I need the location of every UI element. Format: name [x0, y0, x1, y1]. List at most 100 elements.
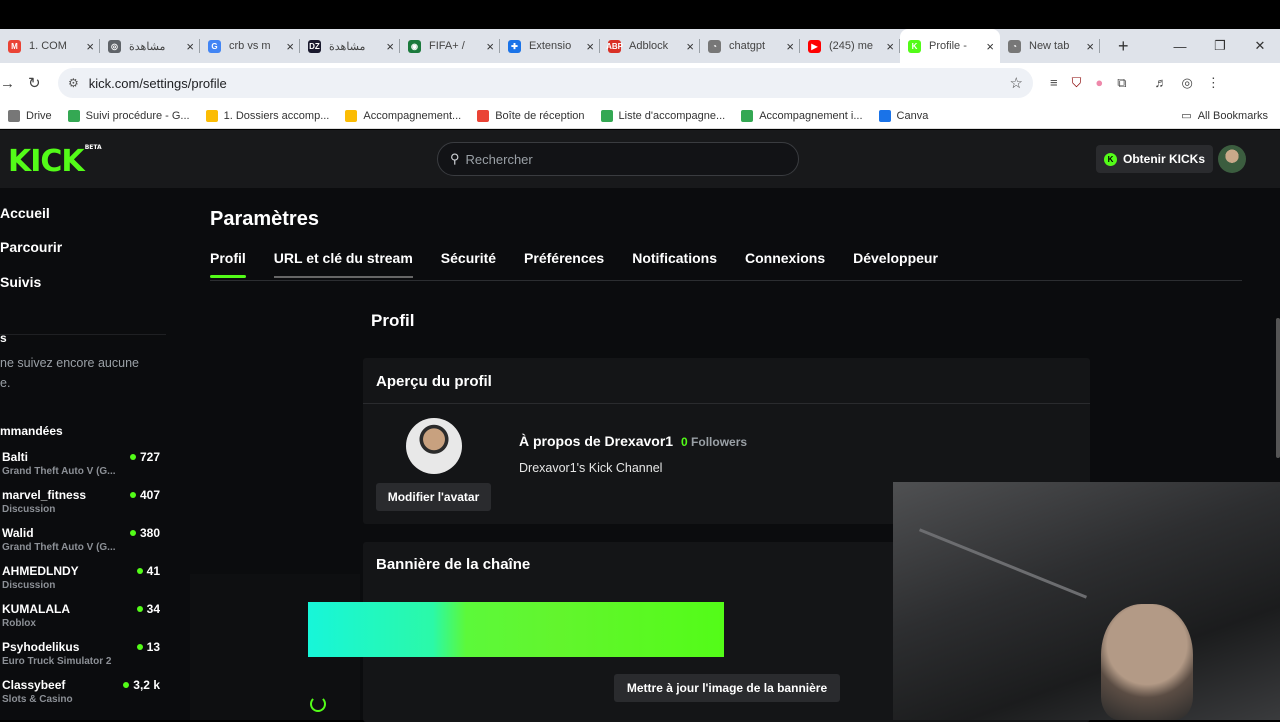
tab-connections[interactable]: Connexions	[745, 250, 825, 278]
tab-close-icon[interactable]: ×	[686, 39, 694, 54]
tab-close-icon[interactable]: ×	[586, 39, 594, 54]
tab-security[interactable]: Sécurité	[441, 250, 496, 278]
logo-text: KICK	[8, 144, 85, 179]
browser-tab[interactable]: DZ مشاهدة ×	[300, 29, 400, 63]
live-dot-icon	[136, 568, 143, 574]
close-window-icon[interactable]: ✕	[1240, 38, 1280, 54]
tab-title: (245) me	[829, 40, 874, 52]
browser-tab[interactable]: ✚ Extensio ×	[500, 29, 600, 63]
screen-top-bar	[0, 0, 1280, 29]
site-info-icon[interactable]: ⚙	[68, 76, 79, 90]
folder-icon: ▭	[1181, 110, 1192, 122]
tab-favicon-icon: ◉	[408, 39, 421, 53]
tab-title: 1. COM	[29, 40, 67, 52]
tab-favicon-icon: ▶	[808, 39, 821, 53]
browser-tab[interactable]: M 1. COM ×	[0, 29, 100, 63]
menu-kebab-icon[interactable]: ⋮	[1207, 75, 1220, 91]
tab-title: مشاهدة	[129, 40, 166, 53]
tab-close-icon[interactable]: ×	[886, 39, 894, 54]
browser-tab[interactable]: K Profile - ×	[900, 29, 1000, 63]
browser-tab[interactable]: ▶ (245) me ×	[800, 29, 900, 63]
sidebar-item-browse[interactable]: Parcourir	[0, 239, 62, 255]
back-icon[interactable]: →	[0, 75, 20, 92]
browser-tab[interactable]: ◔ chatgpt ×	[700, 29, 800, 63]
bookmark-item[interactable]: Accompagnement i...	[741, 109, 863, 122]
tab-close-icon[interactable]: ×	[186, 39, 194, 54]
bookmark-icon	[67, 109, 80, 122]
kicks-icon: K	[1104, 152, 1117, 166]
media-icon[interactable]: ♬	[1155, 75, 1168, 91]
get-kicks-button[interactable]: K Obtenir KICKs	[1096, 145, 1214, 173]
browser-tab[interactable]: ABP Adblock ×	[600, 29, 700, 63]
channel-category: Discussion	[2, 580, 56, 591]
bookmark-item[interactable]: Drive	[8, 109, 52, 122]
live-dot-icon	[129, 492, 136, 498]
bookmark-icon	[205, 109, 218, 122]
following-title: s	[0, 331, 7, 345]
tab-notifications[interactable]: Notifications	[632, 250, 717, 278]
tab-close-icon[interactable]: ×	[86, 39, 94, 54]
browser-tab[interactable]: Gcrb vs m ×	[200, 29, 300, 63]
color-extension-icon[interactable]: ●	[1095, 75, 1103, 91]
live-dot-icon	[136, 644, 143, 650]
bookmark-item[interactable]: Boîte de réception	[477, 109, 585, 122]
bookmark-item[interactable]: Canva	[878, 109, 928, 122]
tab-close-icon[interactable]: ×	[286, 39, 294, 54]
search-input[interactable]: ⚲ Rechercher	[437, 142, 799, 176]
page-title: Paramètres	[210, 208, 319, 230]
reload-icon[interactable]: ↻	[28, 74, 48, 92]
sidebar-item-following[interactable]: Suivis	[0, 274, 41, 290]
channel-category: Roblox	[2, 618, 36, 629]
channel-name: Walid	[2, 526, 34, 540]
extensions-puzzle-icon[interactable]: ⧉	[1117, 75, 1126, 91]
minimize-icon[interactable]: —	[1160, 39, 1200, 54]
tab-close-icon[interactable]: ×	[386, 39, 394, 54]
browser-tab[interactable]: ◎ مشاهدة ×	[100, 29, 200, 63]
following-empty-text: ne suivez encore aucune	[0, 356, 139, 370]
sidebar-item-home[interactable]: Accueil	[0, 205, 50, 221]
tab-close-icon[interactable]: ×	[1086, 39, 1094, 54]
tab-stream-key[interactable]: URL et clé du stream	[273, 250, 413, 278]
channel-category: Slots & Casino	[2, 694, 73, 705]
bookmark-item[interactable]: Accompagnement...	[345, 109, 461, 122]
tab-profile[interactable]: Profil	[210, 250, 246, 278]
new-tab-icon[interactable]: +	[1118, 36, 1129, 57]
tab-close-icon[interactable]: ×	[986, 39, 994, 54]
browser-tab[interactable]: ◉ FIFA+ / ×	[400, 29, 500, 63]
bookmark-star-icon[interactable]: ☆	[1010, 74, 1023, 92]
viewer-number: 3,2 k	[133, 678, 160, 692]
settings-tabs: Profil URL et clé du stream Sécurité Pré…	[210, 250, 938, 278]
page-scrollbar[interactable]	[1276, 318, 1280, 458]
bookmark-icon	[600, 109, 613, 122]
following-empty-text-2: e.	[0, 376, 11, 390]
tab-close-icon[interactable]: ×	[486, 39, 494, 54]
update-banner-button[interactable]: Mettre à jour l'image de la bannière	[614, 674, 840, 702]
channel-category: Euro Truck Simulator 2	[2, 656, 112, 667]
all-bookmarks[interactable]: ▭ All Bookmarks	[1181, 109, 1268, 123]
sidebar: Accueil Parcourir Suivis s ne suivez enc…	[0, 188, 168, 720]
profile-icon[interactable]: ◎	[1182, 75, 1193, 91]
kick-logo[interactable]: KICKBETA	[8, 144, 102, 179]
bookmark-item[interactable]: Liste d'accompagne...	[600, 109, 725, 122]
restore-icon[interactable]: ❐	[1200, 38, 1240, 54]
url-bar[interactable]: ⚙ kick.com/settings/profile ☆	[58, 68, 1033, 98]
viewer-number: 34	[146, 602, 160, 616]
tab-developer[interactable]: Développeur	[853, 250, 938, 278]
ublock-icon[interactable]: ⛉	[1072, 75, 1082, 91]
channel-name: AHMEDLNDY	[2, 564, 79, 578]
tab-close-icon[interactable]: ×	[786, 39, 794, 54]
edit-avatar-button[interactable]: Modifier l'avatar	[376, 483, 491, 511]
section-title: Profil	[371, 311, 415, 330]
user-avatar[interactable]	[1218, 145, 1246, 173]
bookmark-icon	[8, 109, 20, 122]
tab-preferences[interactable]: Préférences	[524, 250, 604, 278]
bookmark-item[interactable]: Suivi procédure - G...	[67, 109, 190, 122]
reading-list-icon[interactable]: ≡	[1050, 75, 1058, 91]
tab-favicon-icon: ABP	[606, 39, 623, 53]
browser-tab[interactable]: ◔ New tab ×	[1000, 29, 1100, 63]
site-header: KICKBETA ⚲ Rechercher K Obtenir KICKs	[0, 130, 1280, 188]
viewer-count: 380	[129, 526, 160, 540]
search-placeholder: Rechercher	[465, 151, 533, 167]
bookmark-item[interactable]: 1. Dossiers accomp...	[205, 109, 329, 122]
search-icon: ⚲	[450, 151, 460, 166]
